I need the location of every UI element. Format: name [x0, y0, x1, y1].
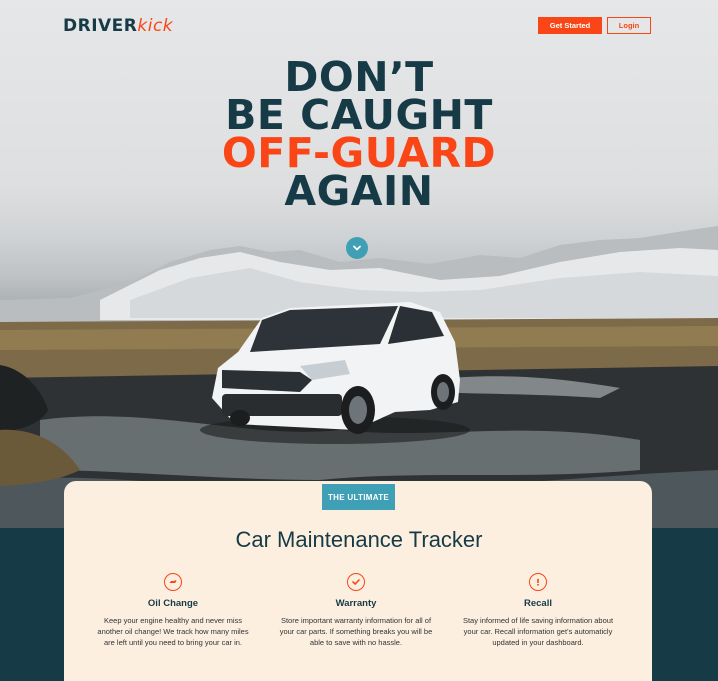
login-button[interactable]: Login: [607, 17, 651, 34]
section-title: Car Maintenance Tracker: [235, 527, 483, 552]
feature-description: Stay informed of life saving information…: [462, 616, 614, 647]
checkmark-icon: [347, 573, 365, 591]
feature-recall: Recall Stay informed of life saving info…: [453, 573, 623, 648]
feature-title: Recall: [524, 598, 552, 609]
headline-line4: AGAIN: [284, 167, 434, 215]
brand-name-part2: kick: [137, 16, 174, 36]
get-started-button[interactable]: Get Started: [538, 17, 602, 34]
chevron-down-icon: [353, 245, 361, 251]
brand-logo[interactable]: DRIVERkick: [63, 16, 173, 36]
feature-oil-change: Oil Change Keep your engine healthy and …: [88, 573, 258, 648]
section-tag: THE ULTIMATE: [322, 484, 395, 510]
feature-description: Keep your engine healthy and never miss …: [97, 616, 249, 647]
feature-warranty: Warranty Store important warranty inform…: [271, 573, 441, 648]
alert-icon: [529, 573, 547, 591]
scroll-down-button[interactable]: [346, 237, 368, 259]
feature-title: Oil Change: [147, 598, 199, 609]
feature-title: Warranty: [335, 598, 377, 609]
hero-headline: DON’T BE CAUGHT OFF-GUARD AGAIN: [0, 57, 718, 215]
brand-name-part1: DRIVER: [63, 16, 138, 36]
feature-description: Store important warranty information for…: [279, 616, 433, 647]
oil-can-icon: [164, 573, 182, 591]
